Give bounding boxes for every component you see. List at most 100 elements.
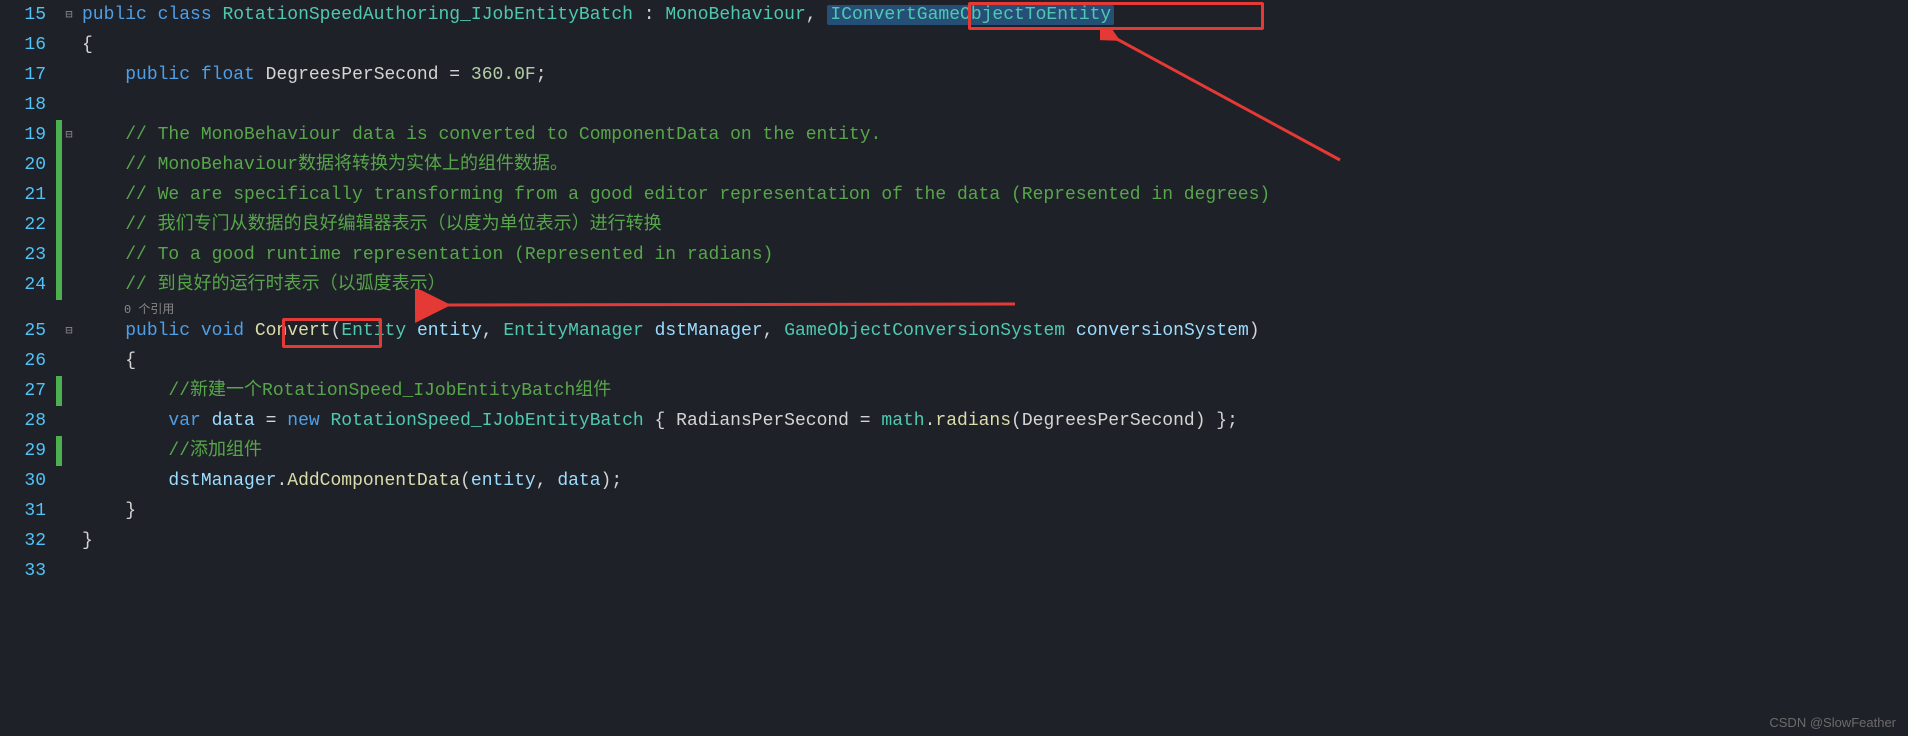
brace-close: }	[82, 531, 93, 551]
codelens-references[interactable]: 0 个引用	[124, 302, 174, 318]
line-number: 28	[0, 406, 46, 436]
code-line[interactable]	[82, 90, 1908, 120]
brace-close: };	[1206, 411, 1238, 431]
code-line[interactable]: // MonoBehaviour数据将转换为实体上的组件数据。	[82, 150, 1908, 180]
colon: :	[633, 5, 665, 25]
paren-open: (	[331, 321, 342, 341]
keyword-public: public	[125, 65, 190, 85]
line-number: 25	[0, 316, 46, 346]
code-line[interactable]: dstManager.AddComponentData(entity, data…	[82, 466, 1908, 496]
code-line[interactable]: }	[82, 496, 1908, 526]
keyword-var: var	[168, 411, 200, 431]
line-number: 23	[0, 240, 46, 270]
paren-close: )	[1195, 411, 1206, 431]
local-var: data	[212, 411, 255, 431]
dot: .	[276, 471, 287, 491]
line-number: 31	[0, 496, 46, 526]
comment: // MonoBehaviour数据将转换为实体上的组件数据。	[125, 155, 568, 175]
field-name: DegreesPerSecond	[266, 65, 439, 85]
brace-open: {	[644, 411, 676, 431]
class-ref: math	[881, 411, 924, 431]
paren-open: (	[460, 471, 471, 491]
line-number: 18	[0, 90, 46, 120]
base-class: MonoBehaviour	[665, 5, 805, 25]
brace-open: {	[82, 35, 93, 55]
comment: // 我们专门从数据的良好编辑器表示（以度为单位表示）进行转换	[125, 215, 661, 235]
keyword-void: void	[201, 321, 244, 341]
equals: =	[255, 411, 287, 431]
line-number-gutter: 15 16 17 18 19 20 21 22 23 24 25 26 27 2…	[0, 0, 56, 586]
code-line[interactable]: public float DegreesPerSecond = 360.0F;	[82, 60, 1908, 90]
equals: =	[439, 65, 471, 85]
code-line[interactable]: var data = new RotationSpeed_IJobEntityB…	[82, 406, 1908, 436]
code-line[interactable]: // 我们专门从数据的良好编辑器表示（以度为单位表示）进行转换	[82, 210, 1908, 240]
comment: //添加组件	[168, 441, 262, 461]
comma: ,	[763, 321, 785, 341]
interface-name: IConvertGameObjectToEntity	[827, 5, 1114, 25]
keyword-class: class	[158, 5, 212, 25]
paren-open: (	[1011, 411, 1022, 431]
line-number: 16	[0, 30, 46, 60]
comment: // The MonoBehaviour data is converted t…	[125, 125, 881, 145]
fold-toggle-icon[interactable]: ⊟	[62, 120, 76, 150]
code-line[interactable]: public class RotationSpeedAuthoring_IJob…	[82, 0, 1908, 30]
object-ref: dstManager	[168, 471, 276, 491]
fold-toggle-icon[interactable]: ⊟	[62, 316, 76, 346]
param-type: EntityManager	[503, 321, 643, 341]
type-float: float	[201, 65, 255, 85]
keyword-new: new	[287, 411, 319, 431]
comment: // To a good runtime representation (Rep…	[125, 245, 773, 265]
comma: ,	[806, 5, 817, 25]
code-line[interactable]: // The MonoBehaviour data is converted t…	[82, 120, 1908, 150]
comment: //新建一个RotationSpeed_IJobEntityBatch组件	[168, 381, 611, 401]
argument: data	[557, 471, 600, 491]
argument: DegreesPerSecond	[1022, 411, 1195, 431]
param-type: GameObjectConversionSystem	[784, 321, 1065, 341]
fold-toggle-icon[interactable]: ⊟	[62, 0, 76, 30]
brace-open: {	[125, 351, 136, 371]
code-line[interactable]: //添加组件	[82, 436, 1908, 466]
watermark-text: CSDN @SlowFeather	[1769, 715, 1896, 730]
param-type: Entity	[341, 321, 406, 341]
line-number: 29	[0, 436, 46, 466]
code-area[interactable]: public class RotationSpeedAuthoring_IJob…	[76, 0, 1908, 586]
method-name: Convert	[255, 321, 331, 341]
param-name: conversionSystem	[1076, 321, 1249, 341]
code-line[interactable]: //新建一个RotationSpeed_IJobEntityBatch组件	[82, 376, 1908, 406]
comment: // We are specifically transforming from…	[125, 185, 1270, 205]
line-number: 24	[0, 270, 46, 300]
line-number: 26	[0, 346, 46, 376]
line-number: 22	[0, 210, 46, 240]
line-number: 17	[0, 60, 46, 90]
equals: =	[849, 411, 881, 431]
param-name: entity	[417, 321, 482, 341]
code-line[interactable]: {	[82, 30, 1908, 60]
class-name: RotationSpeedAuthoring_IJobEntityBatch	[222, 5, 632, 25]
argument: entity	[471, 471, 536, 491]
line-number: 30	[0, 466, 46, 496]
param-name: dstManager	[655, 321, 763, 341]
code-line[interactable]: }	[82, 526, 1908, 556]
change-indicator-bar	[56, 0, 62, 586]
dot: .	[925, 411, 936, 431]
paren-close: );	[601, 471, 623, 491]
paren-close: )	[1249, 321, 1260, 341]
fold-gutter[interactable]: ⊟ ⊟ ⊟	[62, 0, 76, 586]
keyword-public: public	[82, 5, 147, 25]
code-line[interactable]: // To a good runtime representation (Rep…	[82, 240, 1908, 270]
brace-close: }	[125, 501, 136, 521]
code-line[interactable]: // 到良好的运行时表示（以弧度表示）	[82, 270, 1908, 300]
semicolon: ;	[536, 65, 547, 85]
code-line[interactable]	[82, 556, 1908, 586]
code-line[interactable]: {	[82, 346, 1908, 376]
code-editor[interactable]: 15 16 17 18 19 20 21 22 23 24 25 26 27 2…	[0, 0, 1908, 586]
line-number: 32	[0, 526, 46, 556]
type-name: RotationSpeed_IJobEntityBatch	[330, 411, 643, 431]
line-number: 21	[0, 180, 46, 210]
keyword-public: public	[125, 321, 190, 341]
line-number: 33	[0, 556, 46, 586]
code-line[interactable]: // We are specifically transforming from…	[82, 180, 1908, 210]
comma: ,	[482, 321, 504, 341]
code-line[interactable]: public void Convert(Entity entity, Entit…	[82, 316, 1908, 346]
property-name: RadiansPerSecond	[676, 411, 849, 431]
